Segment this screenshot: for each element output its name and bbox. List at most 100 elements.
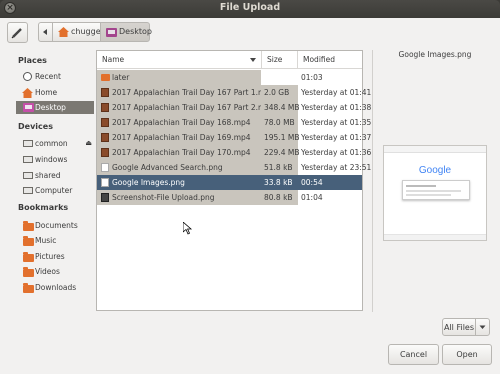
desktop-folder-icon: [106, 28, 117, 37]
sidebar-item-windows[interactable]: windows: [13, 153, 93, 166]
file-row[interactable]: 2017 Appalachian Trail Day 168.mp4 78.0 …: [97, 115, 371, 130]
filter-button[interactable]: All Files: [442, 318, 476, 336]
sidebar-item-shared[interactable]: shared: [13, 169, 93, 182]
eject-icon[interactable]: ⏏: [85, 139, 92, 147]
file-modified: Yesterday at 23:51: [301, 163, 372, 172]
chevron-down-icon: [479, 325, 486, 329]
column-header-size[interactable]: Size: [262, 51, 298, 69]
file-row-selected[interactable]: Google Images.png 33.8 kB 00:54: [97, 175, 362, 190]
sidebar-item-label: Home: [35, 88, 58, 97]
preview-text-line: [406, 194, 451, 196]
mouse-cursor-icon: [183, 222, 193, 235]
filter-label: All Files: [443, 323, 474, 332]
image-file-icon: [101, 163, 109, 172]
places-header: Places: [18, 56, 47, 65]
sidebar-item-documents[interactable]: Documents: [13, 219, 93, 232]
file-modified: 00:54: [301, 178, 323, 187]
folder-icon: [23, 252, 34, 262]
path-back-button[interactable]: [38, 22, 53, 42]
clock-icon: [23, 72, 32, 81]
file-name: 2017 Appalachian Trail Day 169.mp4: [112, 133, 251, 142]
file-size: 33.8 kB: [264, 178, 293, 187]
breadcrumb-label: chugger: [71, 27, 104, 36]
column-header-label: Modified: [303, 55, 336, 64]
sidebar-item-label: Computer: [35, 186, 73, 195]
sidebar-item-downloads[interactable]: Downloads: [13, 281, 93, 294]
file-name: Screenshot-File Upload.png: [112, 193, 215, 202]
devices-header: Devices: [18, 122, 53, 131]
preview-footer: [384, 234, 486, 240]
file-size: 229.4 MB: [264, 148, 300, 157]
pane-separator[interactable]: [372, 50, 373, 312]
file-row[interactable]: 2017 Appalachian Trail Day 170.mp4 229.4…: [97, 145, 371, 160]
cancel-label: Cancel: [399, 350, 428, 359]
file-size: 51.8 kB: [264, 163, 293, 172]
drive-icon: [23, 172, 33, 179]
preview-logo-text: Google: [418, 165, 452, 176]
sidebar-item-label: Documents: [35, 221, 78, 230]
file-row[interactable]: 2017 Appalachian Trail Day 167 Part 2.mp…: [97, 100, 371, 115]
breadcrumb-desktop[interactable]: Desktop: [100, 22, 152, 42]
video-file-icon: [101, 133, 109, 142]
file-modified: Yesterday at 01:41: [301, 88, 372, 97]
folder-icon: [23, 283, 34, 293]
preview-text-line: [406, 190, 461, 192]
drive-icon: [23, 187, 33, 194]
sidebar-item-common[interactable]: common ⏏: [13, 137, 93, 150]
filter-dropdown-button[interactable]: [475, 318, 490, 336]
desktop-folder-icon: [23, 103, 34, 112]
preview-image: Google: [383, 145, 487, 241]
type-location-button[interactable]: [7, 22, 28, 43]
column-header-label: Name: [102, 55, 125, 64]
sidebar-item-computer[interactable]: Computer: [13, 184, 93, 197]
sidebar-item-label: Music: [35, 236, 57, 245]
file-row[interactable]: 2017 Appalachian Trail Day 167 Part 1.mp…: [97, 85, 371, 100]
file-row-folder[interactable]: later 01:03: [97, 70, 362, 85]
file-type-filter[interactable]: All Files: [442, 318, 490, 336]
breadcrumb-home[interactable]: chugger: [52, 22, 104, 42]
file-size: 2.0 GB: [264, 88, 290, 97]
sidebar-item-label: Desktop: [35, 103, 66, 112]
sidebar-item-desktop[interactable]: Desktop: [16, 101, 94, 114]
preview-text-line: [406, 185, 436, 187]
cancel-button[interactable]: Cancel: [388, 344, 439, 365]
home-folder-icon: [58, 27, 69, 37]
sidebar-item-home[interactable]: Home: [13, 86, 93, 99]
chevron-left-icon: [43, 29, 47, 35]
image-file-icon: [101, 178, 109, 187]
sidebar-item-music[interactable]: Music: [13, 234, 93, 247]
file-size: 78.0 MB: [264, 118, 295, 127]
column-header-label: Size: [267, 55, 283, 64]
file-list[interactable]: Name Size Modified later 01:03 2017 Appa…: [96, 50, 371, 311]
folder-icon: [101, 74, 110, 81]
home-folder-icon: [22, 88, 33, 98]
file-name: 2017 Appalachian Trail Day 170.mp4: [112, 148, 251, 157]
sidebar-item-label: Videos: [35, 267, 60, 276]
file-name: Google Images.png: [112, 178, 185, 187]
image-file-icon: [101, 193, 109, 202]
sidebar-item-videos[interactable]: Videos: [13, 265, 93, 278]
column-header-modified[interactable]: Modified: [298, 51, 362, 69]
column-header-name[interactable]: Name: [97, 51, 262, 69]
bookmarks-header: Bookmarks: [18, 203, 69, 212]
open-button[interactable]: Open: [442, 344, 492, 365]
sidebar-item-pictures[interactable]: Pictures: [13, 250, 93, 263]
drive-icon: [23, 140, 33, 147]
file-row[interactable]: Google Advanced Search.png 51.8 kB Yeste…: [97, 160, 371, 175]
file-modified: Yesterday at 01:35: [301, 118, 372, 127]
sidebar-item-label: Recent: [35, 72, 61, 81]
preview-logo: Google: [384, 165, 486, 176]
preview-dialog: [402, 180, 470, 200]
preview-filename: Google Images.png: [398, 50, 472, 59]
folder-icon: [23, 221, 34, 231]
sidebar-item-recent[interactable]: Recent: [13, 70, 93, 83]
file-size: 195.1 MB: [264, 133, 300, 142]
sidebar-item-label: Pictures: [35, 252, 65, 261]
file-row[interactable]: 2017 Appalachian Trail Day 169.mp4 195.1…: [97, 130, 371, 145]
file-row[interactable]: Screenshot-File Upload.png 80.8 kB 01:04: [97, 190, 362, 205]
file-size: 348.4 MB: [264, 103, 300, 112]
preview-browser-bar: [384, 146, 486, 153]
file-modified: Yesterday at 01:38: [301, 103, 372, 112]
folder-icon: [23, 267, 34, 277]
open-label: Open: [456, 350, 478, 359]
